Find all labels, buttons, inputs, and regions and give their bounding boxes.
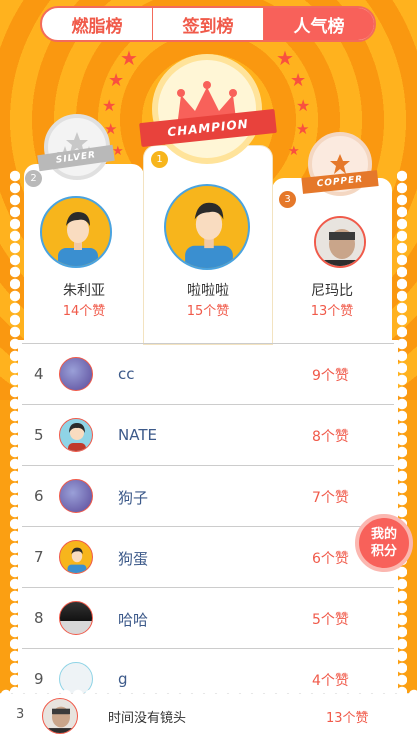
my-like-count: 13个赞 — [326, 711, 369, 726]
copper-user-likes: 13个赞 — [310, 304, 354, 319]
list-item[interactable]: 4 cc 9个赞 — [22, 343, 394, 404]
rank-number: 6 — [34, 487, 44, 505]
champion-user-name: 啦啦啦 — [187, 283, 229, 299]
my-rank-number: 3 — [16, 707, 25, 722]
star-icon: ★ — [108, 70, 125, 91]
champion-user-avatar[interactable] — [164, 184, 250, 270]
user-name: cc — [118, 365, 135, 383]
boy-avatar-icon — [59, 540, 93, 574]
like-count: 6个赞 — [312, 551, 349, 567]
silver-user-likes: 14个赞 — [62, 304, 106, 319]
user-name: 哈哈 — [118, 611, 149, 629]
star-icon: ★ — [288, 144, 300, 159]
star-icon: ★ — [296, 120, 310, 138]
girl-avatar-icon — [59, 418, 93, 452]
rank-1-badge: 1 — [151, 151, 168, 168]
list-item[interactable]: 5 NATE 8个赞 — [22, 404, 394, 465]
user-name: 狗蛋 — [118, 550, 149, 568]
star-icon: ★ — [102, 96, 117, 115]
rank-number: 8 — [34, 609, 44, 627]
dark-photo-avatar-icon — [59, 601, 93, 635]
copper-user-avatar[interactable] — [314, 216, 366, 268]
copper-user-name: 尼玛比 — [311, 283, 353, 299]
user-name: 狗子 — [118, 489, 149, 507]
star-icon: ★ — [120, 46, 138, 70]
my-rank-bar: 3 时间没有镜头 13个赞 — [0, 687, 417, 737]
user-name: g — [118, 670, 128, 688]
my-user-name: 时间没有镜头 — [108, 711, 187, 726]
photo-avatar-icon — [59, 357, 93, 391]
scalloped-edge-right — [397, 170, 407, 736]
list-item[interactable]: 8 哈哈 5个赞 — [22, 587, 394, 648]
tab-popularity[interactable]: 人气榜 — [264, 8, 374, 40]
my-points-label-line1: 我的 — [370, 527, 397, 542]
rank-3-badge: 3 — [279, 191, 296, 208]
like-count: 8个赞 — [312, 429, 349, 445]
rank-number: 9 — [34, 670, 44, 688]
list-item[interactable]: 7 狗蛋 6个赞 — [22, 526, 394, 587]
silver-user-avatar[interactable] — [40, 196, 112, 268]
user-name: NATE — [118, 426, 157, 444]
champion-user-likes: 15个赞 — [186, 304, 230, 319]
tab-check-in[interactable]: 签到榜 — [153, 8, 264, 40]
star-icon: ★ — [276, 46, 294, 70]
photo-avatar-icon — [59, 479, 93, 513]
rank-number: 7 — [34, 548, 44, 566]
my-points-label-line2: 积分 — [370, 544, 397, 559]
like-count: 5个赞 — [312, 612, 349, 628]
star-icon: ★ — [290, 70, 307, 91]
my-avatar[interactable] — [42, 698, 78, 734]
rank-number: 4 — [34, 365, 44, 383]
ranking-tabs: 燃脂榜 签到榜 人气榜 — [40, 6, 376, 42]
like-count: 7个赞 — [312, 490, 349, 506]
like-count: 9个赞 — [312, 368, 349, 384]
tab-fat-burn[interactable]: 燃脂榜 — [42, 8, 153, 40]
star-icon: ★ — [296, 96, 311, 115]
rank-number: 5 — [34, 426, 44, 444]
champion-medal — [152, 54, 262, 164]
star-icon — [330, 154, 350, 174]
photo-avatar-icon — [48, 706, 74, 733]
list-item[interactable]: 6 狗子 7个赞 — [22, 465, 394, 526]
my-points-button[interactable]: 我的 积分 — [355, 514, 413, 572]
rank-2-badge: 2 — [25, 170, 42, 187]
boy-avatar-icon — [185, 202, 233, 268]
silver-user-name: 朱利亚 — [63, 283, 105, 299]
